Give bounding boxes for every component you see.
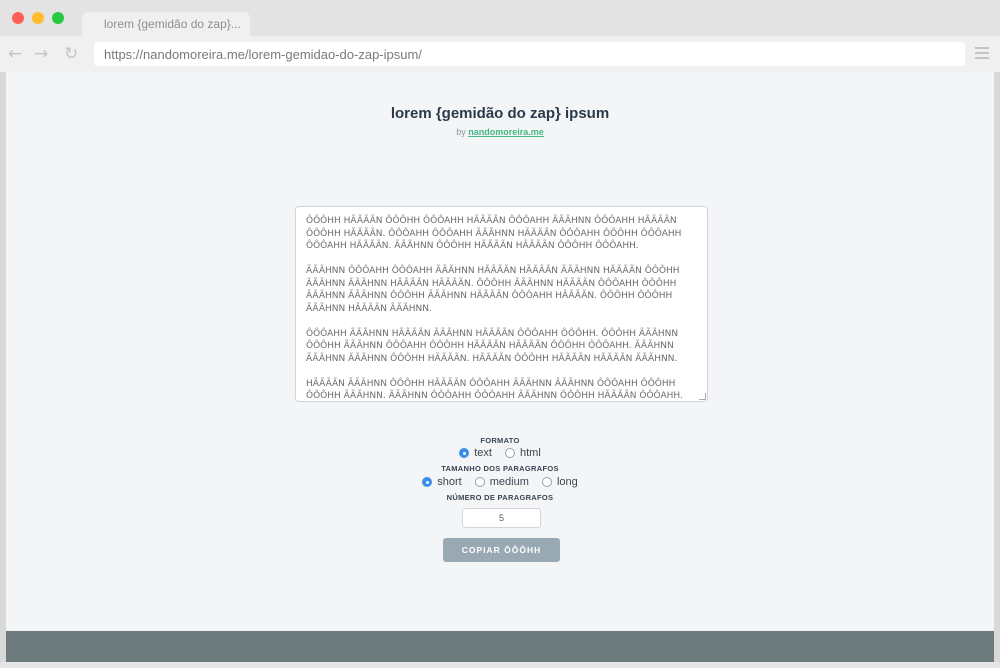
formato-radio-group: text html [300, 447, 700, 461]
radio-html[interactable]: html [505, 447, 541, 459]
window-bottom-edge [0, 662, 1000, 668]
copy-button[interactable]: COPIAR ÔÔÔHH [443, 538, 560, 562]
radio-medium-label: medium [489, 476, 529, 488]
radio-unchecked-icon[interactable] [505, 448, 515, 458]
close-window-button[interactable] [12, 12, 24, 24]
paragraph: ÔÔÔAHH ÃÃÃHNN HÃÃÃÃN ÃÃÃHNN HÃÃÃÃN ÔÔÔAH… [306, 328, 679, 364]
back-arrow-icon[interactable]: ← [8, 44, 22, 64]
radio-medium[interactable]: medium [474, 476, 529, 488]
author-link[interactable]: nandomoreira.me [468, 127, 544, 137]
radio-text-label: text [474, 447, 492, 459]
radio-short-label: short [437, 476, 462, 488]
radio-checked-icon[interactable] [459, 448, 470, 458]
radio-text[interactable]: text [459, 447, 492, 459]
radio-short[interactable]: short [422, 476, 462, 488]
generated-text-area[interactable]: ÔÔÔHH HÃÃÃÃN ÔÔÔHH ÔÔÔAHH HÃÃÃÃN ÔÔÔAHH … [295, 206, 708, 402]
textarea-resize-handle[interactable] [699, 393, 706, 400]
tab-title: lorem {gemidão do zap}... [104, 17, 241, 31]
page-footer [6, 631, 994, 662]
radio-unchecked-icon[interactable] [541, 477, 552, 487]
address-bar-url: https://nandomoreira.me/lorem-gemidao-do… [104, 47, 422, 62]
tamanho-radio-group: short medium long [300, 476, 700, 490]
forward-arrow-icon[interactable]: → [34, 44, 48, 64]
paragraph: ÃÃÃHNN ÔÔÔAHH ÔÔÔAHH ÃÃÃHNN HÃÃÃÃN HÃÃÃÃ… [306, 266, 680, 314]
paragraph-count-input[interactable]: 5 [462, 508, 541, 528]
radio-html-label: html [520, 447, 541, 459]
radio-unchecked-icon[interactable] [474, 477, 485, 487]
radio-long-label: long [556, 476, 578, 488]
numero-label: NÚMERO DE PARAGRAFOS [446, 493, 554, 502]
radio-long[interactable]: long [541, 476, 578, 488]
tamanho-label: TAMANHO DOS PARAGRAFOS [441, 464, 559, 473]
reload-icon[interactable]: ↻ [64, 44, 78, 64]
hamburger-menu-icon[interactable] [975, 47, 989, 59]
byline-by: by [456, 127, 466, 137]
minimize-window-button[interactable] [32, 12, 44, 24]
formato-label: FORMATO [480, 436, 520, 445]
maximize-window-button[interactable] [52, 12, 64, 24]
paragraph: ÔÔÔHH HÃÃÃÃN ÔÔÔHH ÔÔÔAHH HÃÃÃÃN ÔÔÔAHH … [306, 216, 682, 251]
radio-checked-icon[interactable] [422, 477, 433, 487]
paragraph: HÃÃÃÃN ÃÃÃHNN ÔÔÔHH HÃÃÃÃN ÔÔÔAHH ÃÃÃHNN… [306, 378, 683, 402]
byline: by nandomoreira.me [300, 127, 700, 137]
page-title: lorem {gemidão do zap} ipsum [390, 105, 610, 122]
